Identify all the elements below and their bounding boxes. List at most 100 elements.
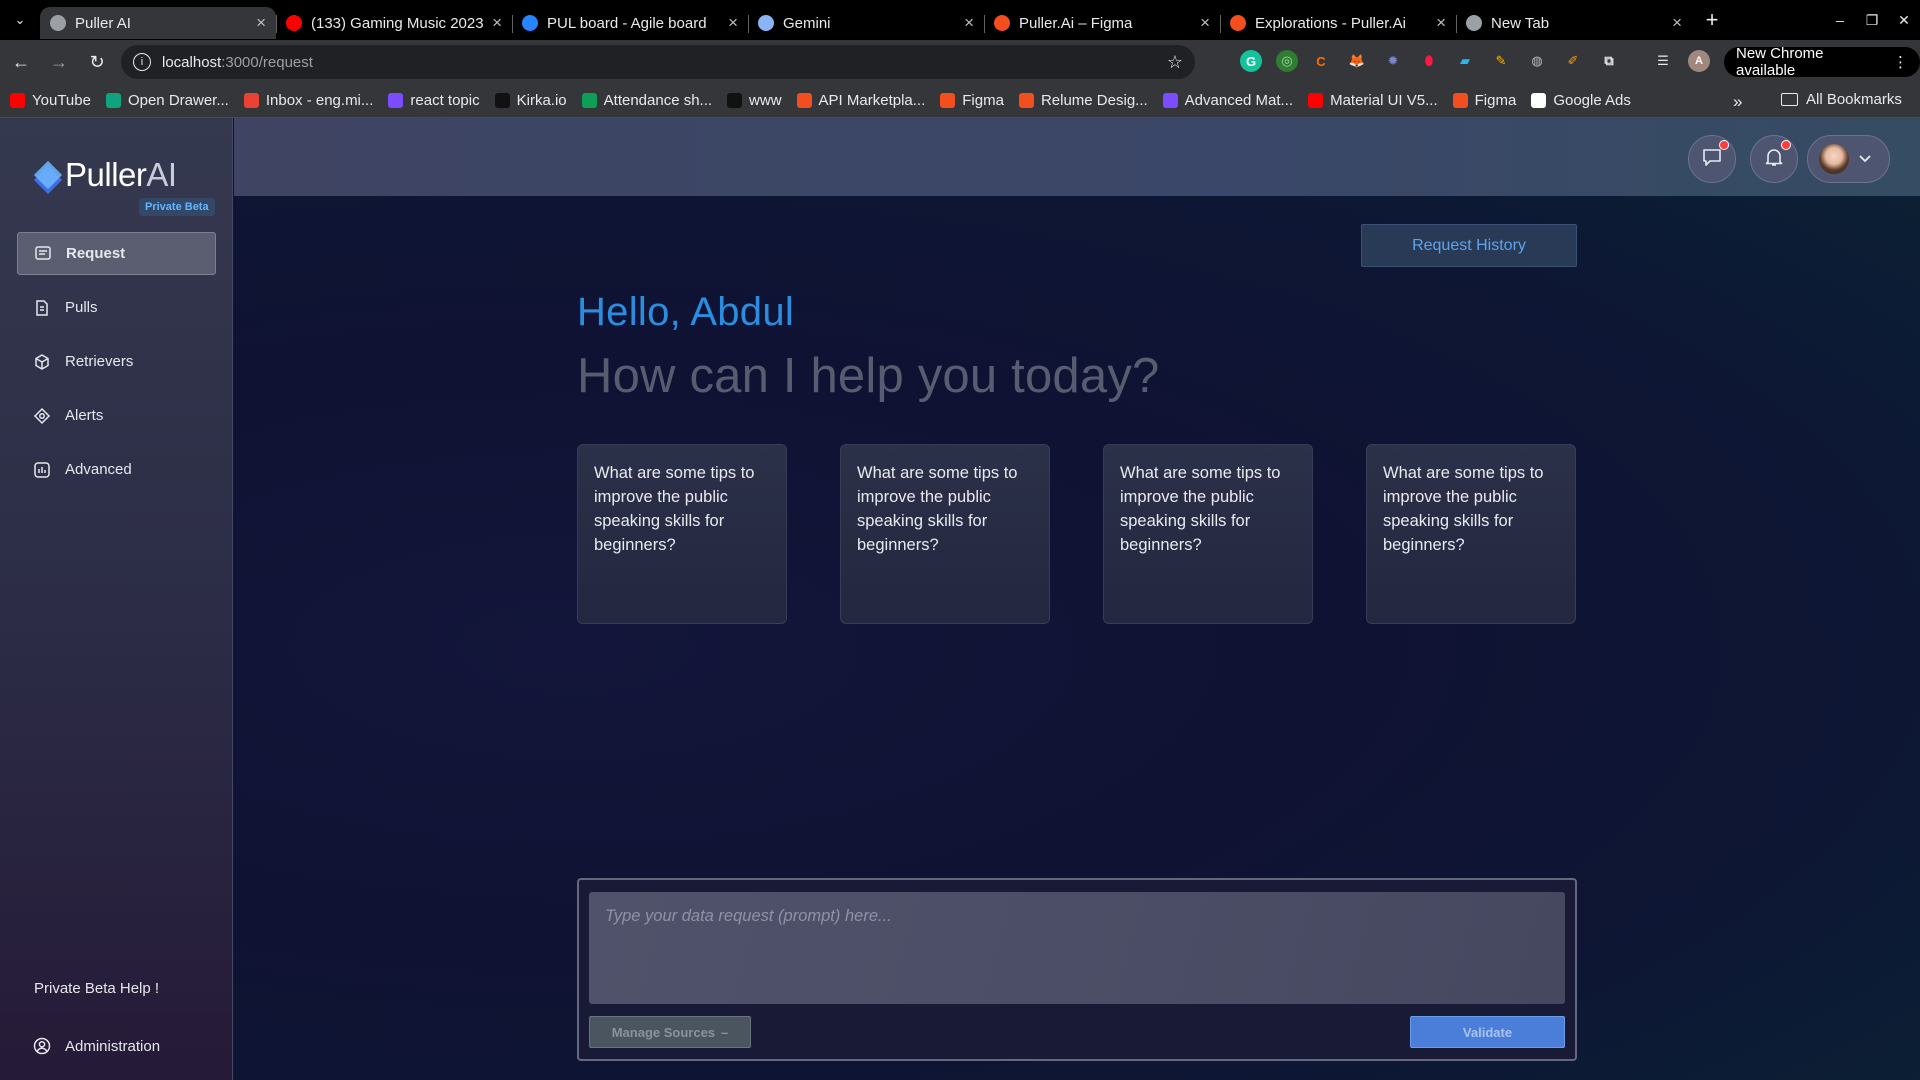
browser-tab[interactable]: Gemini × [748,7,984,39]
tab-close-icon[interactable]: × [256,13,266,33]
sidebar-item-advanced[interactable]: Advanced [17,448,216,491]
site-info-icon[interactable]: i [133,53,151,71]
tab-close-icon[interactable]: × [1672,13,1682,33]
all-bookmarks-label: All Bookmarks [1806,91,1902,108]
bookmark-item[interactable]: Advanced Mat... [1162,92,1293,109]
sidebar-item-alerts[interactable]: Alerts [17,394,216,437]
browser-toolbar: ← → ↻ i localhost:3000/request ☆ G ◎ C 🦊… [0,40,1920,84]
extension-c-icon[interactable]: C [1310,50,1332,72]
suggestion-card[interactable]: What are some tips to improve the public… [1366,444,1576,624]
update-label: New Chrome available [1736,45,1824,79]
logo-mark-icon [33,160,63,195]
profile-avatar-icon[interactable]: A [1688,50,1710,72]
bookmark-item[interactable]: Inbox - eng.mi... [243,92,373,109]
extensions-puzzle-icon[interactable]: ⧉ [1598,50,1620,72]
grammarly-extension-icon[interactable]: G [1240,50,1262,72]
new-tab-button[interactable]: + [1696,4,1728,36]
browser-tab[interactable]: Explorations - Puller.Ai × [1220,7,1456,39]
extension-red-icon[interactable]: ⬮ [1418,50,1440,72]
close-window-icon[interactable]: ✕ [1888,12,1920,29]
sidebar-item-request[interactable]: Request [17,232,216,275]
bookmark-item[interactable]: Kirka.io [494,92,567,109]
sidebar-item-retrievers[interactable]: Retrievers [17,340,216,383]
bookmark-item[interactable]: API Marketpla... [796,92,926,109]
bookmark-item[interactable]: Figma [940,92,1004,109]
extension-globe-icon[interactable]: ◍ [1526,50,1548,72]
minimize-icon[interactable]: – [1824,12,1856,28]
tab-close-icon[interactable]: × [1436,13,1446,33]
bookmark-label: Google Ads [1553,92,1631,109]
bookmark-favicon-icon [581,93,597,108]
bookmark-item[interactable]: react topic [388,92,480,109]
browser-tab[interactable]: PUL board - Agile board × [512,7,748,39]
bookmark-label: API Marketpla... [818,92,926,109]
bookmarks-overflow-icon[interactable]: » [1733,92,1742,112]
tab-search-icon[interactable]: ⌄ [5,5,35,35]
address-bar[interactable]: i localhost:3000/request ☆ [121,45,1195,79]
browser-tab[interactable]: Puller.Ai – Figma × [984,7,1220,39]
suggestion-card[interactable]: What are some tips to improve the public… [840,444,1050,624]
reload-icon[interactable]: ↻ [80,45,114,79]
extension-green-circle-icon[interactable]: ◎ [1276,50,1298,72]
notifications-button[interactable] [1750,135,1798,183]
logo-suffix: AI [146,156,177,193]
chat-button[interactable] [1688,135,1736,183]
reading-list-icon[interactable]: ☰ [1652,50,1674,72]
top-header [234,118,1920,196]
bookmark-label: Open Drawer... [127,92,229,109]
tab-close-icon[interactable]: × [1200,13,1210,33]
restore-icon[interactable]: ❐ [1856,12,1888,29]
notification-dot [1781,140,1791,150]
bookmark-item[interactable]: Figma [1452,92,1516,109]
extension-orange-icon[interactable]: ✎ [1490,50,1512,72]
bookmark-item[interactable]: Google Ads [1531,92,1631,109]
tab-title: (133) Gaming Music 2023 [311,14,484,32]
bookmark-star-icon[interactable]: ☆ [1167,52,1183,73]
private-beta-help-link[interactable]: Private Beta Help ! [34,980,159,997]
browser-tab[interactable]: New Tab × [1456,7,1692,39]
bookmark-item[interactable]: Material UI V5... [1308,92,1438,109]
bookmark-item[interactable]: Attendance sh... [581,92,713,109]
puller-ai-logo[interactable]: PullerAI [33,156,177,195]
tab-title: Gemini [783,14,831,32]
tab-title: PUL board - Agile board [547,14,707,32]
user-circle-icon [33,1037,51,1055]
tab-title: Puller AI [75,14,131,32]
bookmark-favicon-icon [727,93,743,108]
metamask-extension-icon[interactable]: 🦊 [1346,50,1368,72]
tab-title: Explorations - Puller.Ai [1255,14,1406,32]
figma-icon [1230,15,1246,31]
tab-close-icon[interactable]: × [964,13,974,33]
extension-blue-icon[interactable]: ▰ [1454,50,1476,72]
tab-close-icon[interactable]: × [728,13,738,33]
suggestion-card[interactable]: What are some tips to improve the public… [577,444,787,624]
extension-pen-icon[interactable]: ✐ [1562,50,1584,72]
browser-tab[interactable]: (133) Gaming Music 2023 × [276,7,512,39]
manage-sources-button[interactable]: Manage Sources – [589,1016,751,1048]
chrome-update-button[interactable]: New Chrome available ⋮ [1724,45,1920,79]
bookmark-favicon-icon [494,93,510,108]
all-bookmarks-button[interactable]: All Bookmarks [1781,91,1902,108]
prompt-input[interactable] [589,892,1565,1004]
bell-icon [1763,146,1785,173]
suggestion-card[interactable]: What are some tips to improve the public… [1103,444,1313,624]
validate-button[interactable]: Validate [1410,1016,1565,1048]
tab-close-icon[interactable]: × [492,13,502,33]
profile-menu-button[interactable] [1807,135,1890,183]
request-history-button[interactable]: Request History [1361,224,1577,267]
bookmark-item[interactable]: www [727,92,782,109]
sidebar-item-pulls[interactable]: Pulls [17,286,216,329]
browser-tab[interactable]: Puller AI × [40,7,276,39]
window-controls: – ❐ ✕ [1824,0,1920,40]
forward-icon[interactable]: → [42,45,76,79]
sidebar-item-label: Pulls [65,299,98,316]
extension-gear-icon[interactable]: ✹ [1382,50,1404,72]
bookmark-item[interactable]: Relume Desig... [1018,92,1148,109]
administration-link[interactable]: Administration [17,1029,160,1063]
bookmark-item[interactable]: YouTube [10,92,91,109]
bookmark-item[interactable]: Open Drawer... [105,92,229,109]
back-icon[interactable]: ← [4,45,38,79]
bookmark-favicon-icon [1308,93,1324,108]
bookmark-label: Attendance sh... [603,92,713,109]
jira-icon [522,15,538,31]
